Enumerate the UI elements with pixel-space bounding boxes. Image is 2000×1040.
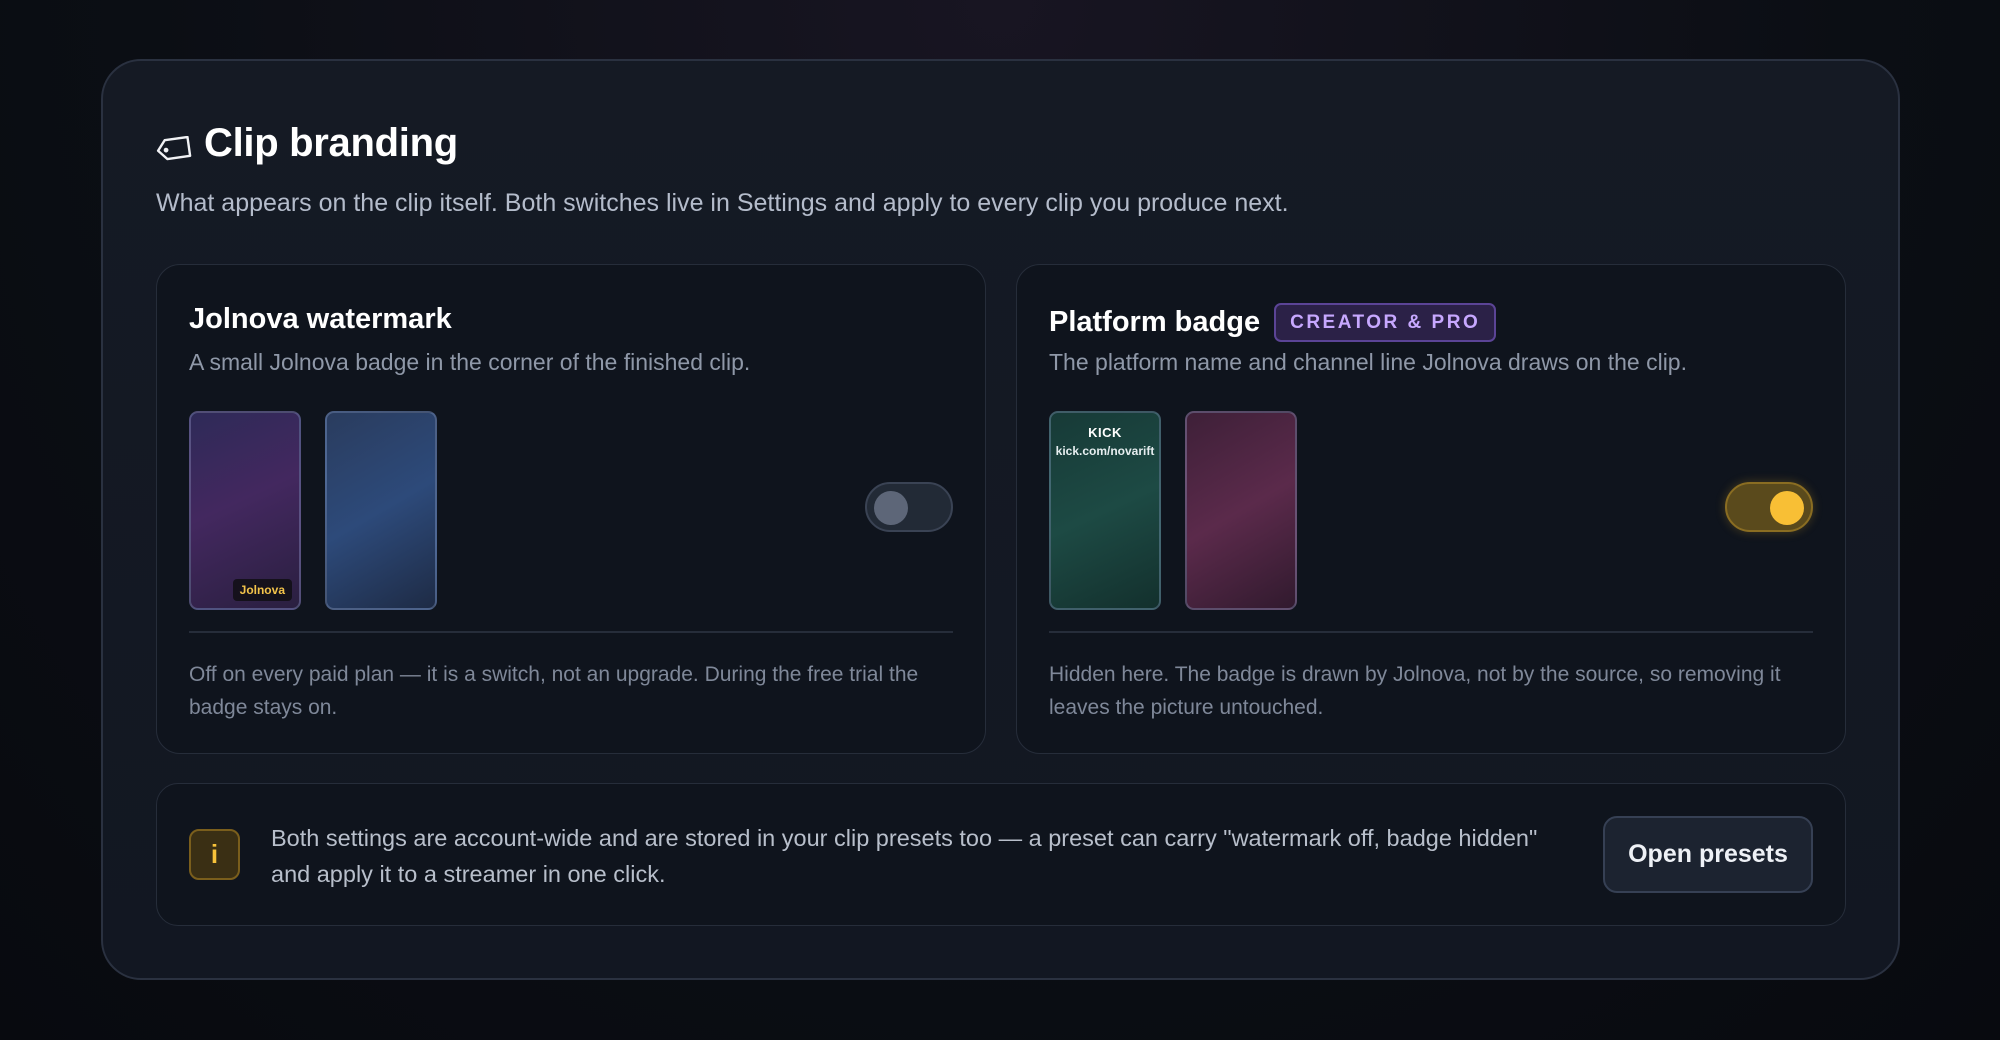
platform-badge-card: Platform badge CREATOR & PRO The platfor…: [1016, 264, 1846, 754]
toggle-knob: [1770, 491, 1804, 525]
watermark-note: Off on every paid plan — it is a switch,…: [189, 663, 919, 719]
info-text: Both settings are account-wide and are s…: [271, 825, 1538, 887]
info-bar: i Both settings are account-wide and are…: [156, 783, 1846, 926]
watermark-preview-badge: Jolnova: [232, 579, 292, 601]
watermark-toggle[interactable]: [865, 482, 953, 532]
page-subtitle: What appears on the clip itself. Both sw…: [156, 189, 1289, 217]
plan-badge: CREATOR & PRO: [1274, 303, 1497, 342]
section-header: Clip branding: [156, 121, 458, 166]
clip-branding-panel: Clip branding What appears on the clip i…: [101, 59, 1900, 980]
preview-channel-line: kick.com/novarift: [1055, 444, 1155, 458]
watermark-title: Jolnova watermark: [189, 303, 452, 335]
platform-badge-preview-on: KICK kick.com/novarift: [1049, 411, 1161, 610]
platform-badge-title: Platform badge: [1049, 306, 1261, 338]
info-icon: i: [189, 829, 240, 880]
divider: [189, 631, 953, 633]
platform-badge-note: Hidden here. The badge is drawn by Jolno…: [1049, 663, 1781, 719]
watermark-card-header: Jolnova watermark: [189, 303, 452, 336]
watermark-card: Jolnova watermark A small Jolnova badge …: [156, 264, 986, 754]
tag-icon: [156, 135, 192, 162]
toggle-knob: [874, 491, 908, 525]
divider: [1049, 631, 1813, 633]
open-presets-button[interactable]: Open presets: [1603, 816, 1813, 893]
preview-platform-name: KICK: [1088, 425, 1122, 440]
platform-badge-card-header: Platform badge CREATOR & PRO: [1049, 303, 1497, 342]
page-title: Clip branding: [204, 121, 458, 165]
watermark-preview-off: [325, 411, 437, 610]
watermark-preview-on: Jolnova: [189, 411, 301, 610]
platform-badge-toggle[interactable]: [1725, 482, 1813, 532]
platform-badge-preview-off: [1185, 411, 1297, 610]
watermark-description: A small Jolnova badge in the corner of t…: [189, 349, 751, 375]
platform-badge-description: The platform name and channel line Jolno…: [1049, 349, 1687, 375]
